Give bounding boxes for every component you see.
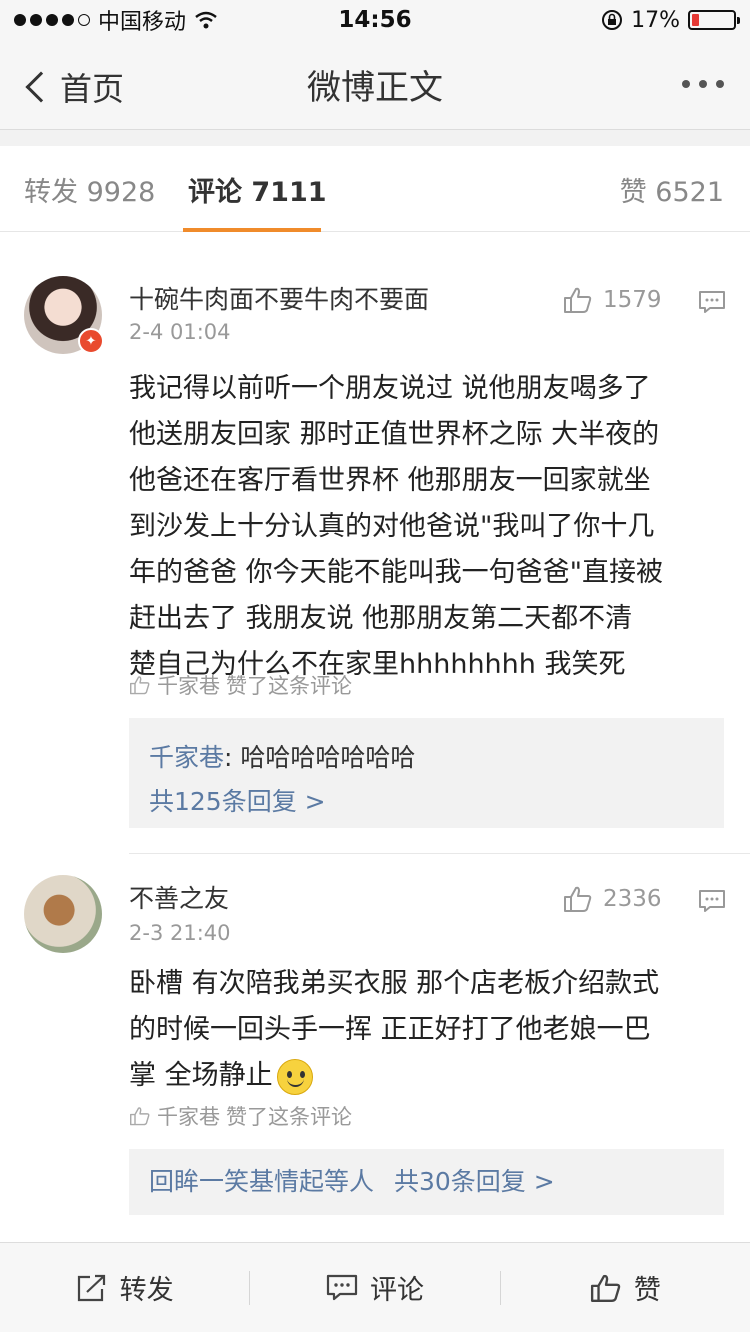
back-label: 首页	[60, 70, 125, 108]
comment-line: 我记得以前听一个朋友说过 说他朋友喝多了	[129, 373, 651, 404]
repost-button[interactable]: 转发	[0, 1268, 249, 1307]
comment-line: 的时候一回头手一挥 正正好打了他老娘一巴	[129, 1014, 651, 1045]
like-label: 赞	[633, 1275, 661, 1306]
more-button[interactable]	[682, 80, 724, 88]
verified-badge-icon: ✦	[78, 328, 104, 354]
comment-line: 赶出去了 我朋友说 他那朋友第二天都不清	[129, 603, 633, 634]
comment-text: 我记得以前听一个朋友说过 说他朋友喝多了 他送朋友回家 那时正值世界杯之际 大半…	[129, 366, 729, 688]
tab-likes[interactable]: 赞 6521	[620, 170, 724, 209]
comment-label: 评论	[369, 1275, 424, 1306]
reply-text: : 哈哈哈哈哈哈哈	[224, 743, 416, 772]
reply-preview[interactable]: 回眸一笑基情起等人 共30条回复 >	[129, 1149, 724, 1215]
comment-line-last: 掌 全场静止	[129, 1053, 729, 1099]
repost-label: 转发	[119, 1275, 174, 1306]
wifi-icon	[195, 11, 217, 29]
reply-author[interactable]: 回眸一笑基情起等人	[149, 1167, 374, 1196]
comment-line: 他爸还在客厅看世界杯 他那朋友一回家就坐	[129, 465, 651, 496]
thumbs-up-icon	[129, 676, 150, 695]
avatar[interactable]	[24, 875, 102, 953]
comment-text: 卧槽 有次陪我弟买衣服 那个店老板介绍款式 的时候一回头手一挥 正正好打了他老娘…	[129, 961, 729, 1099]
reply-comment-icon[interactable]	[698, 889, 726, 913]
liked-by-name[interactable]: 千家巷	[157, 670, 220, 700]
comment-item: ✦ 十碗牛肉面不要牛肉不要面 2-4 01:04 1579 我记得以前听一个朋友…	[0, 232, 750, 854]
comment-time: 2-4 01:04	[129, 320, 231, 344]
comment-line: 到沙发上十分认真的对他爸说"我叫了你十几	[129, 511, 655, 542]
status-bar: 中国移动 14:56 17%	[0, 0, 750, 40]
signal-icon	[14, 14, 90, 26]
comment-author[interactable]: 不善之友	[129, 879, 229, 915]
liked-by-author: 千家巷 赞了这条评论	[129, 670, 352, 700]
section-gap	[0, 130, 750, 146]
tab-repost[interactable]: 转发 9928	[24, 170, 155, 209]
bottom-action-bar: 转发 评论 赞	[0, 1242, 750, 1332]
battery-percent: 17%	[631, 7, 680, 33]
liked-by-author: 千家巷 赞了这条评论	[129, 1101, 352, 1131]
liked-by-text: 赞了这条评论	[226, 1105, 352, 1129]
tab-comments[interactable]: 评论 7111	[188, 170, 327, 209]
like-count: 1579	[603, 287, 662, 313]
liked-by-name[interactable]: 千家巷	[157, 1101, 220, 1131]
like-count: 2336	[603, 886, 662, 912]
comment-author[interactable]: 十碗牛肉面不要牛肉不要面	[129, 280, 429, 316]
comment-time: 2-3 21:40	[129, 921, 231, 945]
reply-count-link[interactable]: 共125条回复 >	[149, 780, 704, 824]
rotation-lock-icon	[602, 10, 623, 30]
comment-line: 他送朋友回家 那时正值世界杯之际 大半夜的	[129, 419, 660, 450]
comment-line: 年的爸爸 你今天能不能叫我一句爸爸"直接被	[129, 557, 664, 588]
carrier-name: 中国移动	[98, 10, 187, 35]
reply-preview[interactable]: 千家巷: 哈哈哈哈哈哈哈 共125条回复 >	[129, 718, 724, 828]
status-left: 中国移动	[14, 4, 218, 36]
liked-by-text: 赞了这条评论	[226, 674, 352, 698]
thumbs-up-icon	[564, 886, 592, 912]
thumbs-up-icon	[590, 1274, 621, 1302]
thumbs-up-icon	[129, 1107, 150, 1126]
battery-icon	[688, 10, 740, 30]
navigation-bar: 首页 微博正文	[0, 40, 750, 130]
comment-item: 不善之友 2-3 21:40 2336 卧槽 有次陪我弟买衣服 那个店老板介绍款…	[0, 853, 750, 1233]
comment-icon	[326, 1274, 358, 1300]
comment-line: 掌 全场静止	[129, 1060, 273, 1091]
chevron-left-icon	[25, 71, 57, 103]
status-right: 17%	[601, 7, 740, 33]
like-button[interactable]: 1579	[563, 286, 662, 314]
reply-count-link[interactable]: 共30条回复 >	[394, 1167, 555, 1196]
reply-line: 千家巷: 哈哈哈哈哈哈哈	[149, 736, 704, 780]
reply-comment-icon[interactable]	[698, 290, 726, 314]
like-post-button[interactable]: 赞	[501, 1268, 750, 1307]
comment-line: 卧槽 有次陪我弟买衣服 那个店老板介绍款式	[129, 968, 660, 999]
more-dots-icon	[682, 80, 690, 88]
battery-level	[692, 14, 699, 26]
tab-bar: 转发 9928 评论 7111 赞 6521	[0, 146, 750, 232]
reply-author[interactable]: 千家巷	[149, 743, 224, 772]
page-title: 微博正文	[307, 68, 443, 108]
thumbs-up-icon	[564, 287, 592, 313]
smiley-icon	[276, 1058, 313, 1095]
back-button[interactable]: 首页	[20, 64, 124, 110]
comment-button[interactable]: 评论	[250, 1268, 499, 1307]
share-icon	[77, 1274, 105, 1301]
like-button[interactable]: 2336	[563, 885, 662, 913]
